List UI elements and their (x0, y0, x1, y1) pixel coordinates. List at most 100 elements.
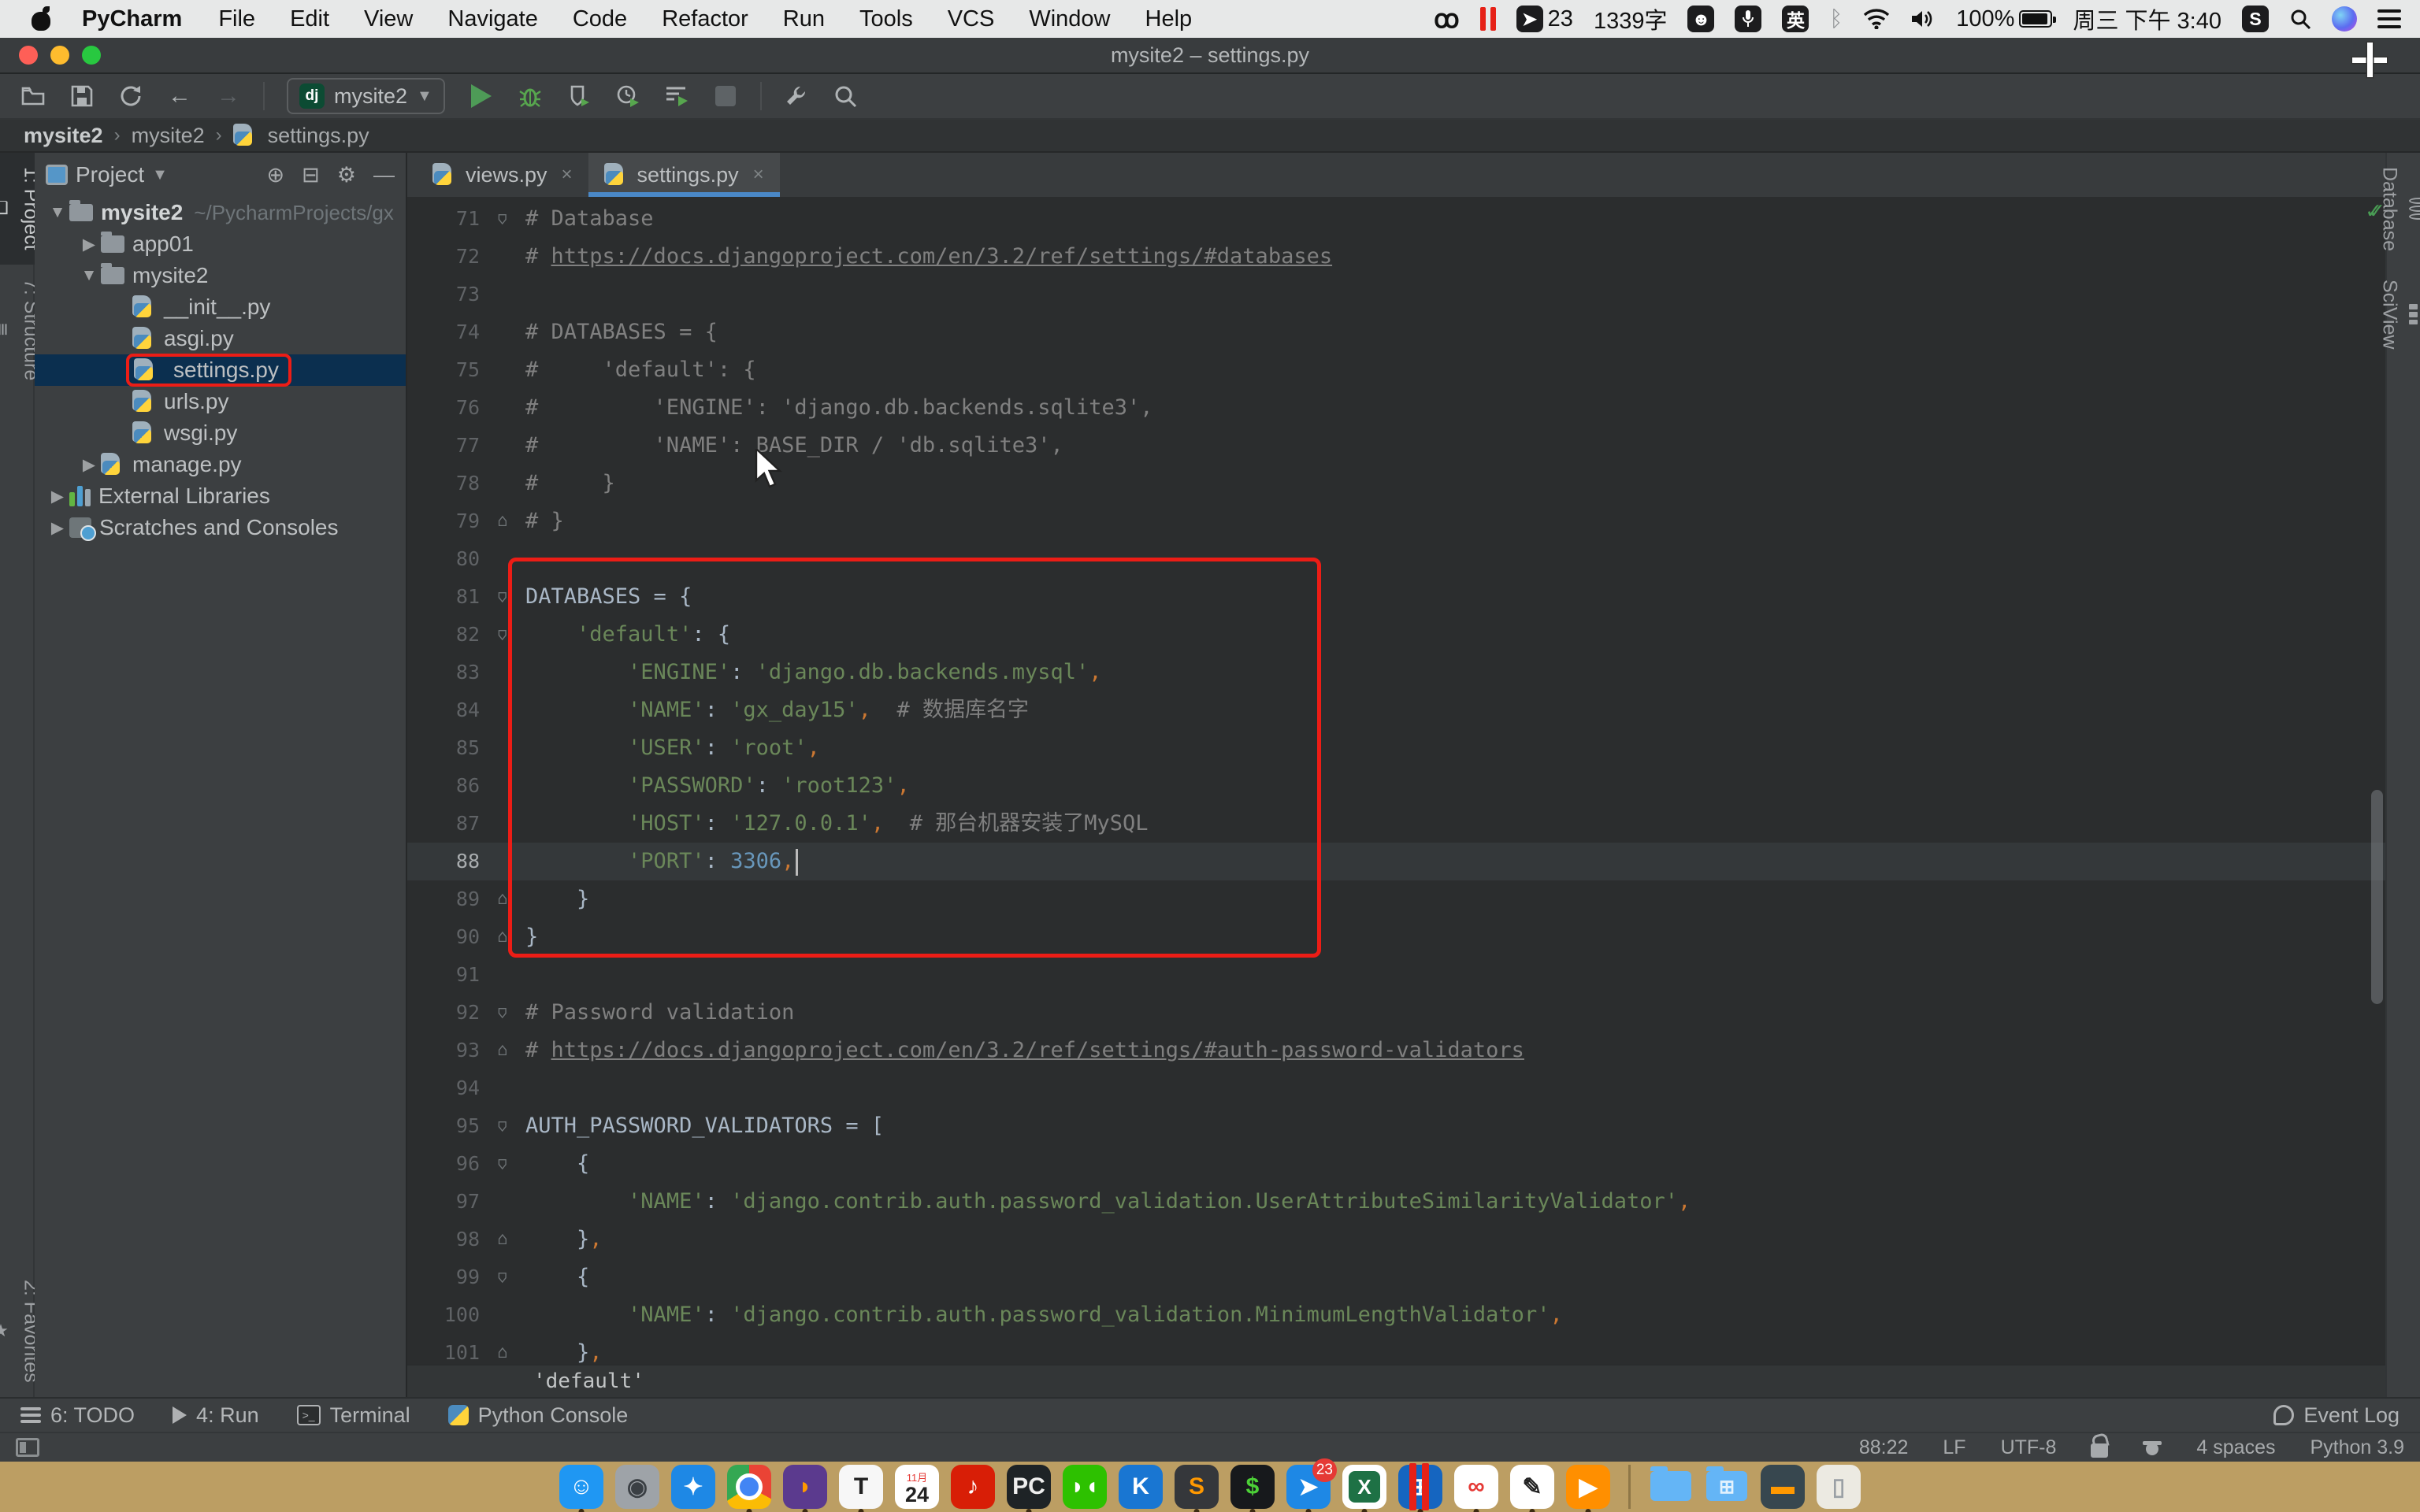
gutter[interactable]: 92⌂ (407, 994, 525, 1032)
code-editor[interactable]: 71⌂# Database72# https://docs.djangoproj… (407, 197, 2385, 1364)
bluetooth-icon[interactable]: ᛒ (1829, 6, 1843, 32)
inspections-ok-icon[interactable]: ✓✓ (2366, 197, 2373, 224)
code-line-82[interactable]: 82⌂ 'default': { (407, 616, 2385, 654)
menu-run[interactable]: Run (766, 6, 842, 32)
tab-settings-py[interactable]: settings.py× (588, 153, 780, 197)
caret-position[interactable]: 88:22 (1859, 1436, 1909, 1459)
debug-button[interactable] (510, 77, 551, 115)
code-line-99[interactable]: 99⌂ { (407, 1258, 2385, 1296)
tree-right-arrow-icon[interactable]: ▶ (46, 487, 69, 506)
stop-button[interactable] (705, 77, 746, 115)
fold-marker-icon[interactable]: ⌂ (480, 578, 525, 616)
dock-item-thunder[interactable]: ➤23 (1286, 1465, 1331, 1509)
gutter[interactable]: 96⌂ (407, 1145, 525, 1183)
tree-item-scratches-and-consoles[interactable]: ▶Scratches and Consoles (35, 512, 406, 543)
apple-logo-icon[interactable] (32, 7, 52, 31)
editor-breadcrumb-bar[interactable]: 'default' (407, 1364, 2385, 1397)
gutter[interactable]: 79⌂ (407, 502, 525, 540)
gutter[interactable]: 89⌂ (407, 880, 525, 918)
toolwindow-switcher-icon[interactable] (16, 1438, 39, 1457)
gutter[interactable]: 84 (407, 691, 525, 729)
recording-pause-icon[interactable] (1480, 7, 1496, 31)
menu-code[interactable]: Code (555, 6, 644, 32)
microphone-icon[interactable] (1735, 6, 1761, 32)
readonly-lock-icon[interactable] (2091, 1443, 2108, 1458)
gutter[interactable]: 101⌂ (407, 1334, 525, 1364)
search-everywhere-icon[interactable] (825, 77, 866, 115)
spotlight-icon[interactable] (2289, 8, 2311, 30)
code-line-80[interactable]: 80 (407, 540, 2385, 578)
gutter[interactable]: 73 (407, 276, 525, 313)
gutter[interactable]: 100 (407, 1296, 525, 1334)
code-line-75[interactable]: 75# 'default': { (407, 351, 2385, 389)
back-icon[interactable]: ← (159, 77, 200, 115)
dock-item-firefox[interactable]: ◗ (783, 1465, 827, 1509)
gutter[interactable]: 71⌂ (407, 200, 525, 238)
code-line-94[interactable]: 94 (407, 1069, 2385, 1107)
menu-view[interactable]: View (347, 6, 430, 32)
gutter[interactable]: 95⌂ (407, 1107, 525, 1145)
gutter[interactable]: 77 (407, 427, 525, 465)
dock-item-parallels-windows[interactable]: ⊞ (1398, 1465, 1442, 1509)
run-button[interactable] (461, 77, 502, 115)
python-interpreter[interactable]: Python 3.9 (2310, 1436, 2404, 1459)
terminal-toolwindow-button[interactable]: >_ Terminal (297, 1403, 410, 1428)
breadcrumb-item[interactable]: mysite2 (132, 124, 205, 148)
menu-vcs[interactable]: VCS (930, 6, 1012, 32)
gutter[interactable]: 81⌂ (407, 578, 525, 616)
dock-item-dark-window[interactable]: ▬ (1761, 1465, 1805, 1509)
collapse-all-icon[interactable]: ⊟ (302, 163, 320, 187)
chevron-down-icon[interactable]: ▼ (152, 166, 168, 184)
fold-marker-icon[interactable]: ⌂ (480, 880, 525, 918)
breadcrumb-item[interactable]: mysite2 (24, 124, 103, 148)
code-line-87[interactable]: 87 'HOST': '127.0.0.1', # 那台机器安装了MySQL (407, 805, 2385, 843)
fold-marker-icon[interactable]: ⌂ (480, 1032, 525, 1069)
gutter[interactable]: 99⌂ (407, 1258, 525, 1296)
dock-item-orange-tv[interactable]: ▶ (1566, 1465, 1610, 1509)
open-folder-icon[interactable] (13, 77, 54, 115)
sync-icon[interactable] (110, 77, 151, 115)
volume-icon[interactable] (1910, 9, 1936, 29)
save-all-icon[interactable] (61, 77, 102, 115)
run-toolwindow-button[interactable]: 4: Run (173, 1403, 259, 1428)
dock-item-calendar[interactable]: 11月24 (895, 1465, 939, 1509)
code-line-86[interactable]: 86 'PASSWORD': 'root123', (407, 767, 2385, 805)
tree-item-asgi-py[interactable]: asgi.py (35, 323, 406, 354)
dock-item-safari[interactable]: ✦ (671, 1465, 715, 1509)
gutter[interactable]: 86 (407, 767, 525, 805)
run-coverage-button[interactable] (559, 77, 599, 115)
code-line-97[interactable]: 97 'NAME': 'django.contrib.auth.password… (407, 1183, 2385, 1221)
code-line-85[interactable]: 85 'USER': 'root', (407, 729, 2385, 767)
dock-item-netease-music[interactable]: ♪ (951, 1465, 995, 1509)
fold-marker-icon[interactable]: ⌂ (480, 994, 525, 1032)
gutter[interactable]: 80 (407, 540, 525, 578)
run-anything-button[interactable] (656, 77, 697, 115)
project-view-label[interactable]: Project (76, 162, 144, 187)
file-encoding[interactable]: UTF-8 (2001, 1436, 2057, 1459)
code-line-76[interactable]: 76# 'ENGINE': 'django.db.backends.sqlite… (407, 389, 2385, 427)
breadcrumb-item[interactable]: settings.py (268, 124, 369, 148)
fold-marker-icon[interactable]: ⌂ (480, 1221, 525, 1258)
tree-right-arrow-icon[interactable]: ▶ (77, 455, 101, 475)
tree-right-arrow-icon[interactable]: ▶ (77, 235, 101, 254)
line-separator[interactable]: LF (1943, 1436, 1965, 1459)
code-line-84[interactable]: 84 'NAME': 'gx_day15', # 数据库名字 (407, 691, 2385, 729)
code-line-98[interactable]: 98⌂ }, (407, 1221, 2385, 1258)
gutter[interactable]: 88 (407, 843, 525, 880)
profiler-button[interactable] (607, 77, 648, 115)
tree-item-manage-py[interactable]: ▶manage.py (35, 449, 406, 480)
code-line-77[interactable]: 77# 'NAME': BASE_DIR / 'db.sqlite3', (407, 427, 2385, 465)
dock-item-folder-windows[interactable]: ⊞ (1705, 1465, 1749, 1509)
tree-item-mysite2[interactable]: ▼mysite2~/PycharmProjects/gx (35, 197, 406, 228)
ime-lang-icon[interactable]: 英 (1782, 6, 1809, 32)
tree-item-mysite2[interactable]: ▼mysite2 (35, 260, 406, 291)
code-line-72[interactable]: 72# https://docs.djangoproject.com/en/3.… (407, 238, 2385, 276)
close-tab-icon[interactable]: × (562, 164, 573, 186)
fold-marker-icon[interactable]: ⌂ (480, 616, 525, 654)
hide-panel-icon[interactable]: — (373, 163, 395, 187)
menu-tools[interactable]: Tools (842, 6, 930, 32)
doc-link[interactable]: https://docs.djangoproject.com/en/3.2/re… (551, 244, 1333, 269)
dock-item-wechat[interactable]: ◗◖ (1063, 1465, 1107, 1509)
run-config-selector[interactable]: dj mysite2 ▼ (287, 78, 445, 114)
menu-navigate[interactable]: Navigate (430, 6, 555, 32)
